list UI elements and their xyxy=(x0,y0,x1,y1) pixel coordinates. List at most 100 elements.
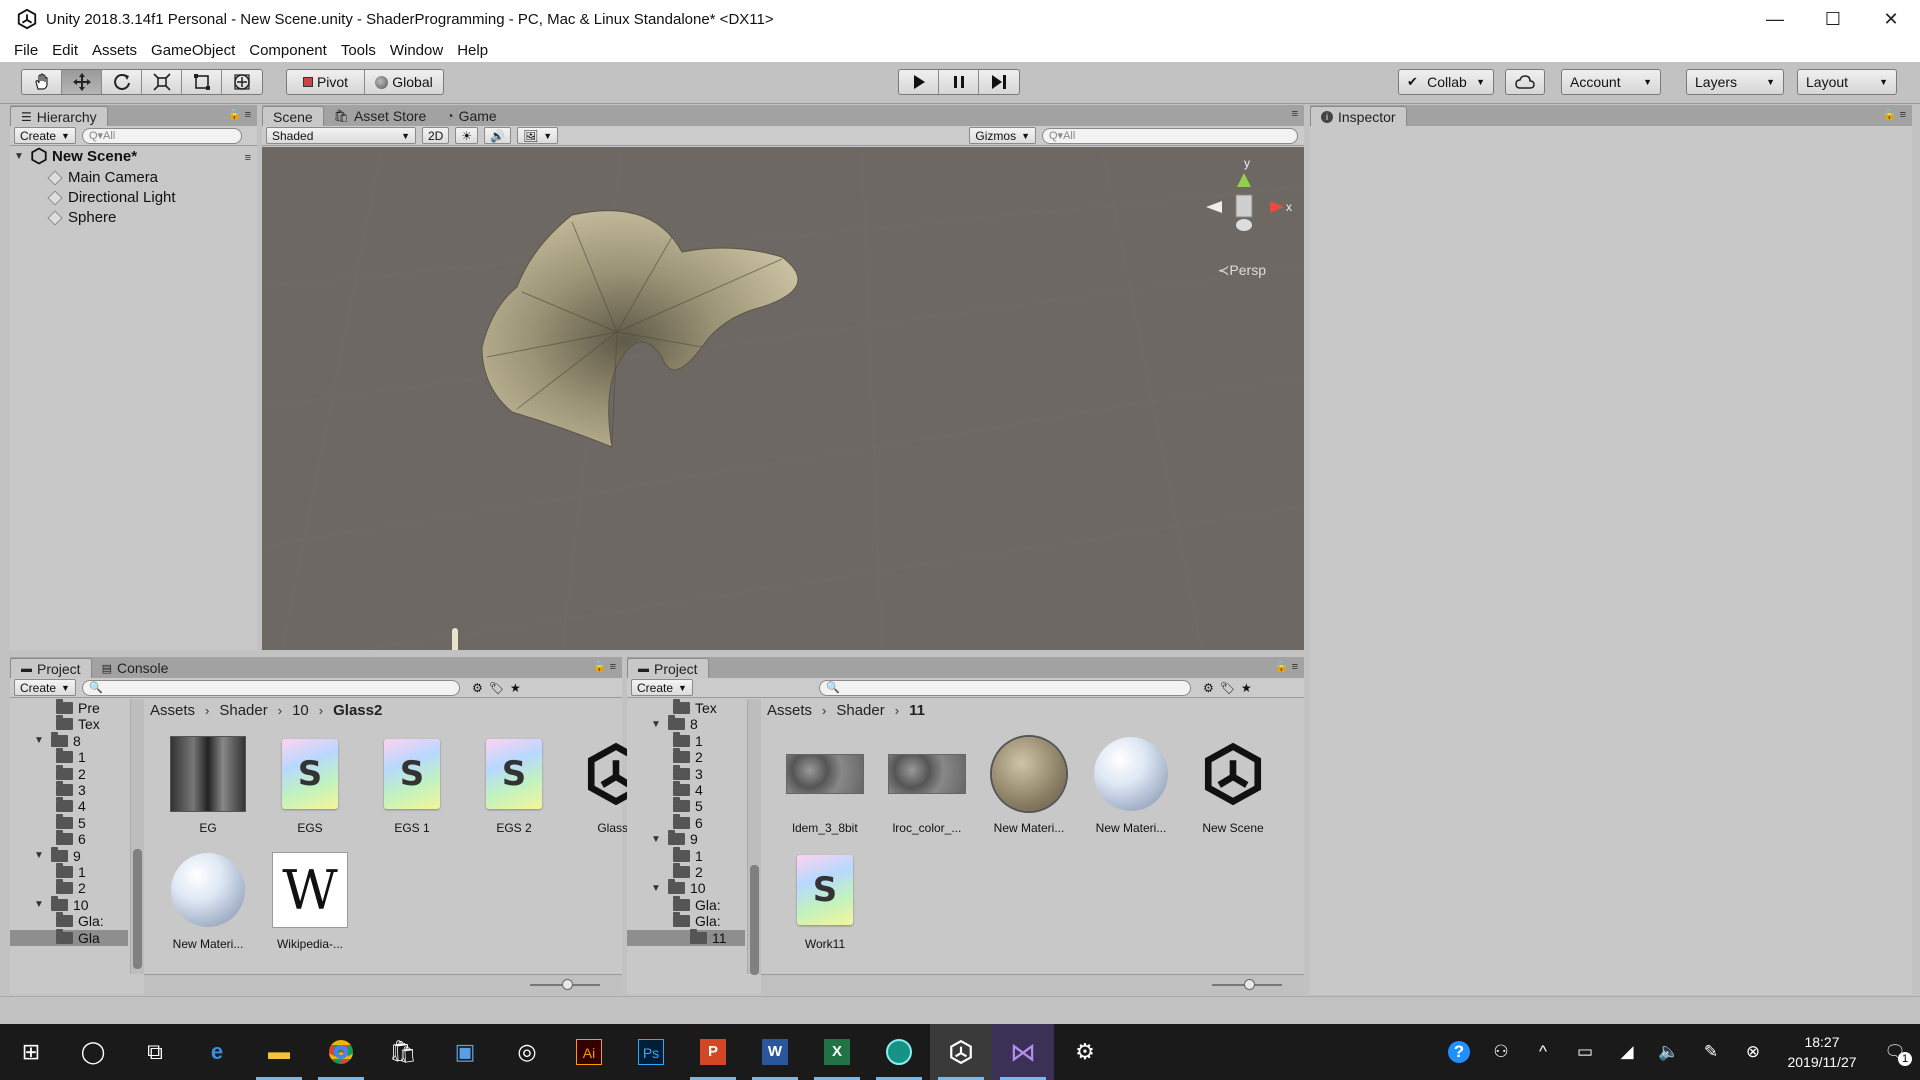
asset-size-slider[interactable] xyxy=(1212,979,1282,990)
folder-tree-item[interactable]: 2 xyxy=(56,879,86,896)
folder-tree-scrollbar[interactable] xyxy=(747,699,761,975)
visual-studio-button[interactable]: ⋈ xyxy=(992,1024,1054,1080)
menu-help[interactable]: Help xyxy=(457,42,488,59)
folder-tree-item[interactable]: ▼ 8 xyxy=(34,731,81,749)
folder-tree-item[interactable]: Tex xyxy=(56,715,100,732)
asset-item[interactable]: New Scene xyxy=(1183,735,1283,835)
folder-tree-item[interactable]: 3 xyxy=(56,781,86,798)
rect-tool-button[interactable] xyxy=(182,70,222,94)
asset-item[interactable]: lroc_color_... xyxy=(877,735,977,835)
move-tool-button[interactable] xyxy=(62,70,102,94)
expand-triangle-icon[interactable]: ▼ xyxy=(34,735,46,746)
wifi-button[interactable]: ◢ xyxy=(1606,1042,1648,1062)
tab-project[interactable]: ▬ Project xyxy=(627,658,709,678)
folder-tree-item[interactable]: 1 xyxy=(56,748,86,765)
hand-tool-button[interactable] xyxy=(22,70,62,94)
pause-button[interactable] xyxy=(939,70,979,94)
tab-scene[interactable]: Scene xyxy=(262,106,324,126)
folder-tree-item[interactable]: 4 xyxy=(56,797,86,814)
breadcrumb-11[interactable]: 11 xyxy=(909,702,925,719)
folder-tree-item[interactable]: Gla: xyxy=(673,895,721,913)
asset-item[interactable]: New Materi... xyxy=(1081,735,1181,835)
folder-tree-item[interactable]: ▼ 9 xyxy=(34,846,81,864)
unity-button[interactable] xyxy=(930,1024,992,1080)
panel-options-icon[interactable]: 🔒 ≡ xyxy=(1883,108,1906,121)
folder-tree-item[interactable]: 1 xyxy=(673,731,703,749)
photoshop-button[interactable]: Ps xyxy=(620,1024,682,1080)
folder-tree-item[interactable]: ▼ 10 xyxy=(34,895,89,913)
lighting-toggle[interactable]: ☀ xyxy=(455,127,479,144)
expand-triangle-icon[interactable]: ▼ xyxy=(651,883,663,894)
expand-triangle-icon[interactable]: ▼ xyxy=(651,834,663,845)
scene-search-input[interactable]: Q▾All xyxy=(1042,127,1298,144)
hierarchy-item-directional-light[interactable]: Directional Light xyxy=(47,189,176,206)
create-dropdown[interactable]: Create ▼ xyxy=(631,679,693,696)
gizmos-dropdown[interactable]: Gizmos ▼ xyxy=(969,127,1036,144)
panel-options-icon[interactable]: ≡ xyxy=(1292,108,1298,120)
file-explorer-button[interactable]: ▬ xyxy=(248,1024,310,1080)
breadcrumb-glass2[interactable]: Glass2 xyxy=(333,702,382,719)
folder-tree-item[interactable]: 1 xyxy=(673,846,703,864)
folder-tree-item[interactable]: Gla: xyxy=(56,912,104,929)
hierarchy-item-sphere[interactable]: Sphere xyxy=(47,209,116,226)
menu-edit[interactable]: Edit xyxy=(52,42,78,59)
word-button[interactable]: W xyxy=(744,1024,806,1080)
hierarchy-item-main-camera[interactable]: Main Camera xyxy=(47,169,158,186)
audio-toggle[interactable]: 🔊 xyxy=(484,127,512,144)
pivot-toggle[interactable]: Pivot xyxy=(287,70,365,94)
settings-button[interactable]: ⚙ xyxy=(1054,1024,1116,1080)
breadcrumb-shader[interactable]: Shader xyxy=(836,702,884,719)
effects-dropdown[interactable]: 🖼 ▼ xyxy=(517,127,559,144)
maximize-button[interactable]: ☐ xyxy=(1804,0,1862,38)
menu-assets[interactable]: Assets xyxy=(92,42,137,59)
folder-tree-item[interactable]: ▼ 10 xyxy=(651,879,706,896)
asset-item[interactable]: New Materi... xyxy=(979,735,1079,835)
scene-options-icon[interactable]: ≡ xyxy=(245,152,251,164)
cloud-button[interactable] xyxy=(1505,69,1545,95)
store-button[interactable]: 🛍 xyxy=(372,1024,434,1080)
asset-size-slider[interactable] xyxy=(530,979,600,990)
menu-file[interactable]: File xyxy=(14,42,38,59)
folder-tree-item[interactable]: 2 xyxy=(673,748,703,765)
show-hidden-icons-button[interactable]: ^ xyxy=(1522,1042,1564,1062)
gitkraken-button[interactable] xyxy=(868,1024,930,1080)
expand-triangle-icon[interactable]: ▼ xyxy=(34,899,46,910)
create-dropdown[interactable]: Create ▼ xyxy=(14,127,76,144)
scale-tool-button[interactable] xyxy=(142,70,182,94)
menu-component[interactable]: Component xyxy=(249,42,327,59)
hierarchy-search-input[interactable]: Q▾All xyxy=(81,127,242,144)
projection-toggle[interactable]: ≺Persp xyxy=(1218,262,1266,279)
volume-button[interactable]: 🔈 xyxy=(1648,1042,1690,1062)
filter-label-icon[interactable]: 🏷 xyxy=(489,681,504,695)
chrome-button[interactable] xyxy=(310,1024,372,1080)
clock[interactable]: 18:27 2019/11/27 xyxy=(1774,1032,1870,1072)
asset-item[interactable]: S EGS 1 xyxy=(362,735,462,835)
pen-button[interactable]: ✎ xyxy=(1690,1042,1732,1062)
collab-dropdown[interactable]: ✔ Collab ▼ xyxy=(1398,69,1494,95)
app-button[interactable]: ◎ xyxy=(496,1024,558,1080)
asset-item[interactable]: S EGS xyxy=(260,735,360,835)
excel-button[interactable]: X xyxy=(806,1024,868,1080)
panel-options-icon[interactable]: 🔒 ≡ xyxy=(593,660,616,673)
asset-item[interactable]: S EGS 2 xyxy=(464,735,564,835)
breadcrumb-assets[interactable]: Assets xyxy=(150,702,195,719)
tab-inspector[interactable]: i Inspector xyxy=(1310,106,1407,126)
play-button[interactable] xyxy=(899,70,939,94)
folder-tree-item[interactable]: Pre xyxy=(56,699,100,716)
asset-item[interactable]: ldem_3_8bit xyxy=(775,735,875,835)
start-button[interactable]: ⊞ xyxy=(0,1024,62,1080)
step-button[interactable] xyxy=(979,70,1019,94)
action-center-button[interactable]: 🗨 1 xyxy=(1870,1042,1920,1066)
folder-tree-item[interactable]: Gla xyxy=(10,928,128,946)
layout-dropdown[interactable]: Layout ▼ xyxy=(1797,69,1897,95)
folder-tree-item[interactable]: 4 xyxy=(673,781,703,798)
asset-item[interactable]: W Wikipedia-... xyxy=(260,851,360,951)
scene-root[interactable]: ▼ New Scene* xyxy=(14,147,137,165)
folder-tree-item[interactable]: ▼ 8 xyxy=(651,715,698,732)
powerpoint-button[interactable]: P xyxy=(682,1024,744,1080)
outlook-button[interactable]: ▣ xyxy=(434,1024,496,1080)
task-view-button[interactable]: ⧉ xyxy=(124,1024,186,1080)
cortana-button[interactable]: ◯ xyxy=(62,1024,124,1080)
project-search-input[interactable]: 🔍 xyxy=(818,679,1191,696)
illustrator-button[interactable]: Ai xyxy=(558,1024,620,1080)
